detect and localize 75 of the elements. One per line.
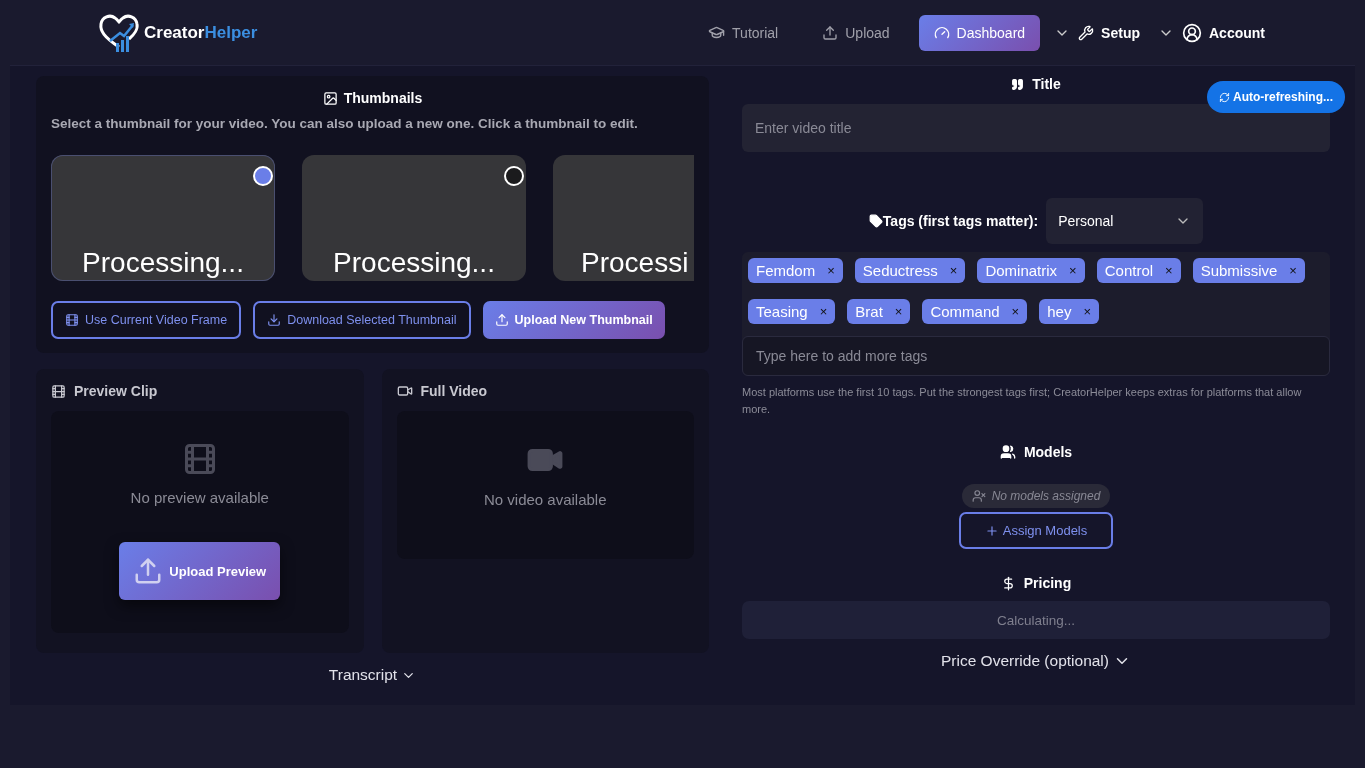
nav-link[interactable]: Upload (807, 14, 905, 51)
users-icon (999, 444, 1016, 460)
video-camera-icon (396, 383, 413, 399)
hint-text: Select a thumbnail for your video. You can also upload a new one. Click a thumbnail to edit. (51, 116, 639, 131)
nav-link[interactable]: Account (1178, 12, 1269, 53)
graduation-cap-icon (708, 24, 726, 41)
remove-tag-button[interactable]: × (827, 263, 835, 278)
section-title: Pricing (1023, 575, 1072, 591)
remove-tag-button[interactable]: × (1083, 304, 1091, 319)
tag-text: Command (930, 303, 1000, 320)
nav-link[interactable]: Dashboard (918, 14, 1041, 51)
film-icon (51, 383, 66, 399)
tag-text: Seductress (862, 262, 938, 279)
tag-text: hey (1047, 303, 1072, 320)
plus-icon (984, 523, 999, 538)
thumbnail[interactable]: Processing... (51, 155, 275, 281)
film-icon (65, 313, 79, 327)
radio-button[interactable] (253, 166, 273, 186)
upload-icon (494, 313, 509, 327)
remove-tag-button[interactable]: × (1011, 304, 1020, 319)
no-models-badge: No models assigned (961, 484, 1111, 508)
image-icon (322, 90, 338, 106)
tag-text: Submissive (1200, 262, 1278, 279)
remove-tag-button[interactable]: × (894, 304, 903, 319)
section-title: Preview Clip (74, 383, 158, 399)
title-input[interactable]: Enter video title (742, 104, 1330, 152)
tag-text: Brat (855, 303, 883, 320)
user-icon (1182, 22, 1202, 43)
transcript-toggle[interactable]: Transcript (322, 665, 423, 685)
thumbnail-text: Processing... (82, 247, 244, 279)
user-off-icon (971, 489, 986, 503)
brand-name: CreatorHelper (144, 22, 258, 43)
thumbnail-text: Processing... (333, 247, 495, 279)
tag-text: Teasing (756, 303, 808, 320)
remove-tag-button[interactable]: × (1289, 263, 1297, 278)
price-override-toggle[interactable]: Price Override (optional) (935, 651, 1137, 671)
gauge-icon (933, 24, 950, 41)
thumbnail-button[interactable]: Download Selected Thumbnail (253, 301, 471, 339)
section-title: Thumbnails (343, 90, 423, 106)
category-select[interactable]: Personal (1046, 198, 1204, 244)
price-status: Calculating... (742, 601, 1330, 639)
upload-icon (133, 556, 164, 586)
upload-icon (822, 24, 839, 41)
tag-text: Control (1104, 262, 1154, 279)
assign-models-button[interactable]: Assign Models (958, 512, 1114, 549)
thumbnail-text: Processi (581, 247, 689, 279)
quote-icon (1011, 77, 1025, 91)
section-title: Full Video (420, 383, 488, 399)
tags-note: Most platforms use the first 10 tags. Put the strongest tags first; CreatorHelper keeps extras for platforms that allow more. (742, 385, 1303, 417)
remove-tag-button[interactable]: × (1165, 263, 1173, 278)
wrench-icon (1078, 24, 1095, 41)
tags-label: Tags (first tags matter): (882, 213, 1039, 229)
section-title: Title (1032, 76, 1061, 92)
tag-input[interactable]: Type here to add more tags (742, 336, 1330, 376)
tag-icon (868, 214, 883, 228)
logo-icon (98, 12, 140, 53)
refresh-icon (1219, 91, 1230, 103)
empty-text: No video available (483, 491, 607, 508)
section-title: Models (1023, 444, 1073, 460)
nav-link[interactable]: Tutorial (693, 14, 794, 51)
remove-tag-button[interactable]: × (1069, 263, 1077, 278)
thumbnail-button[interactable]: Use Current Video Frame (51, 301, 242, 339)
radio-button[interactable] (504, 166, 524, 186)
remove-tag-button[interactable]: × (819, 304, 828, 319)
empty-text: No preview available (130, 489, 269, 506)
thumbnail-button[interactable]: Upload New Thumbnail (482, 301, 665, 339)
nav-link[interactable]: Setup (1074, 14, 1144, 51)
thumbnail[interactable]: Processing... (302, 155, 526, 281)
download-icon (267, 313, 282, 327)
tag-text: Dominatrix (985, 262, 1058, 279)
auto-refresh-badge: Auto-refreshing... (1207, 81, 1345, 113)
upload-preview-button[interactable]: Upload Preview (119, 542, 281, 600)
thumbnail[interactable]: Processi (553, 155, 694, 281)
tag-text: Femdom (756, 262, 816, 279)
remove-tag-button[interactable]: × (949, 263, 958, 278)
